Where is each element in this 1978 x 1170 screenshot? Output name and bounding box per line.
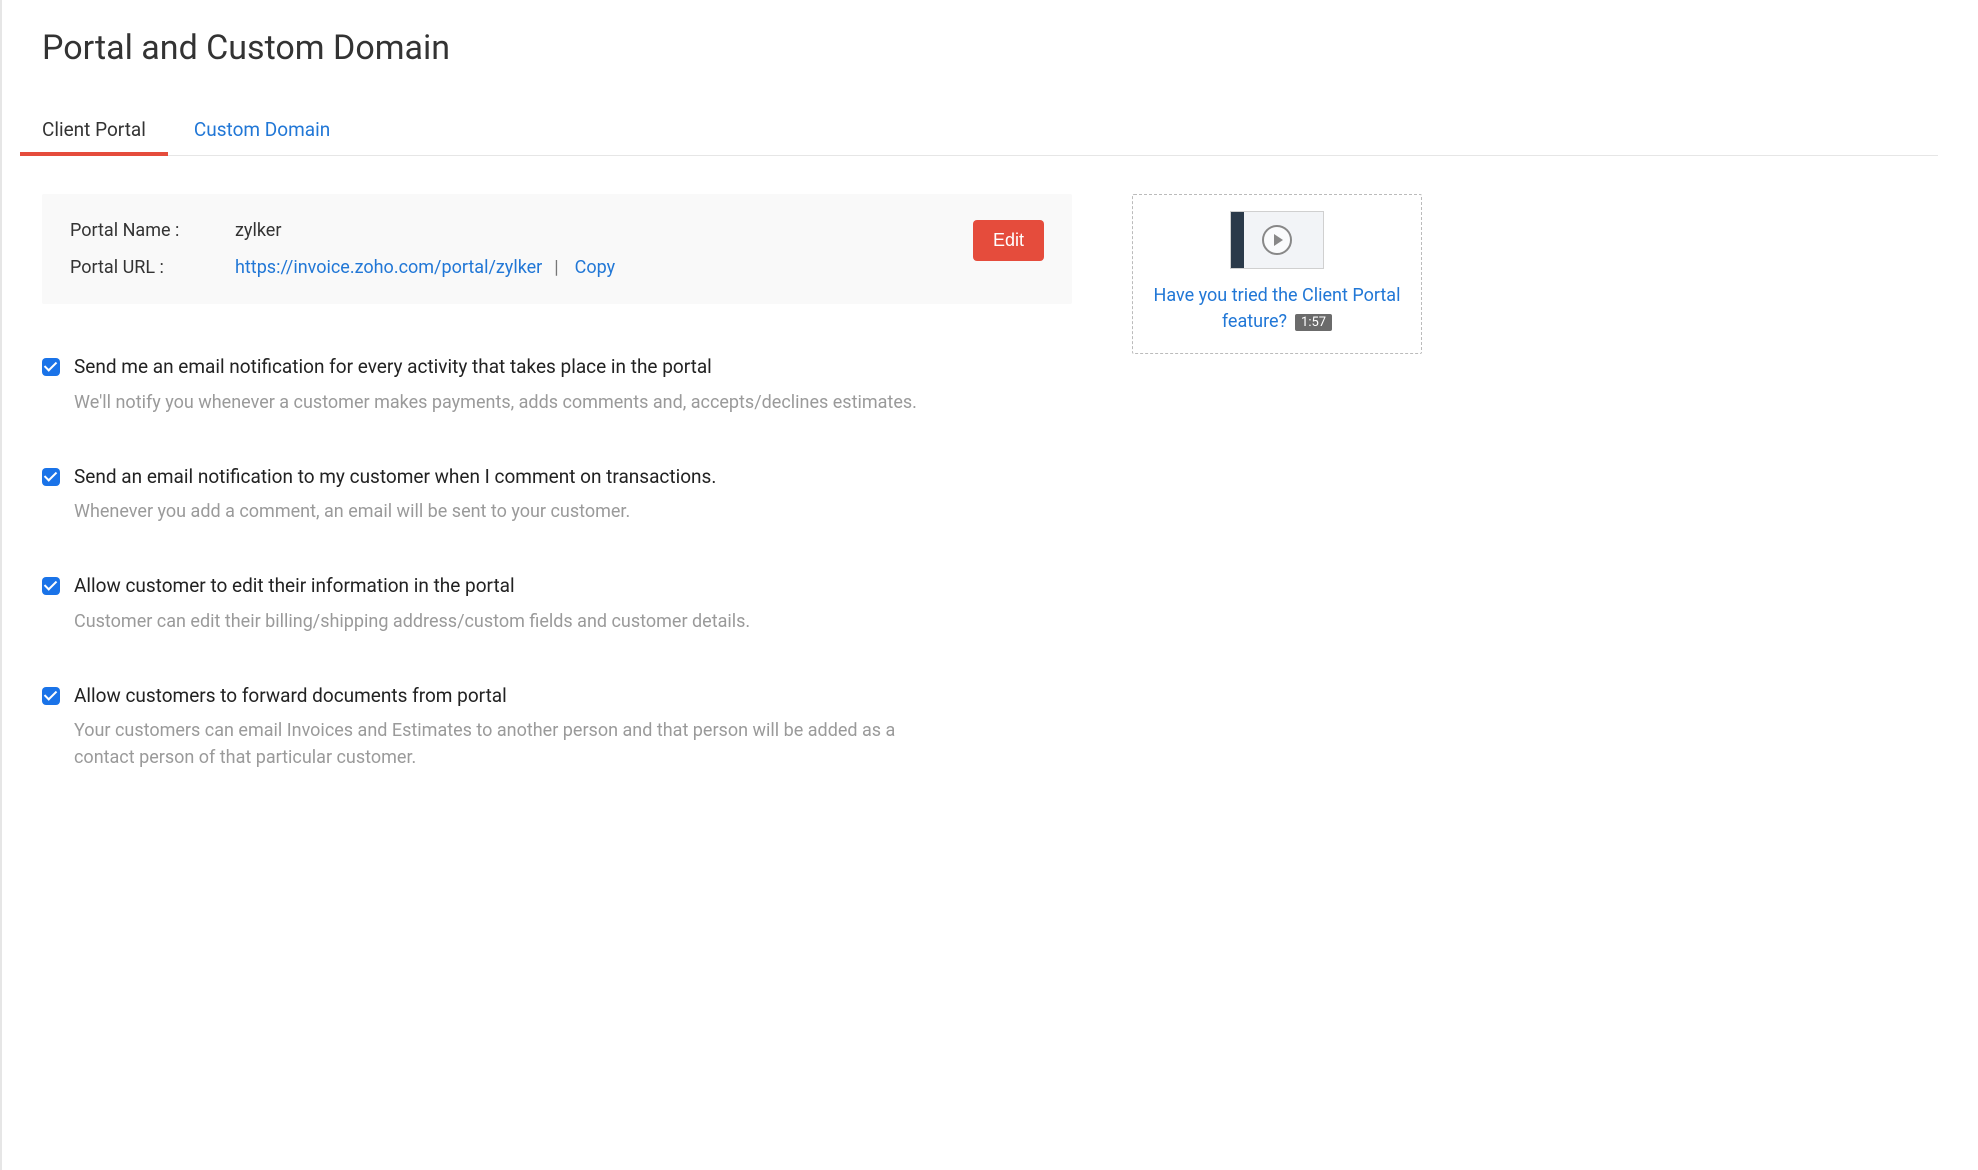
- portal-url-label: Portal URL :: [70, 257, 235, 278]
- setting-desc: Whenever you add a comment, an email wil…: [74, 498, 944, 525]
- setting-text: Allow customer to edit their information…: [74, 573, 1072, 635]
- video-card: Have you tried the Client Portal feature…: [1132, 194, 1422, 354]
- checkbox-allow-forward[interactable]: [42, 687, 60, 705]
- page-root: Portal and Custom Domain Client Portal C…: [0, 0, 1978, 1170]
- setting-title: Send me an email notification for every …: [74, 354, 1072, 381]
- setting-desc: We'll notify you whenever a customer mak…: [74, 389, 944, 416]
- setting-row: Allow customer to edit their information…: [42, 573, 1072, 635]
- setting-title: Allow customers to forward documents fro…: [74, 683, 1072, 710]
- portal-name-row: Portal Name : zylker: [70, 220, 973, 241]
- checkbox-allow-edit[interactable]: [42, 577, 60, 595]
- portal-name-label: Portal Name :: [70, 220, 235, 241]
- edit-button[interactable]: Edit: [973, 220, 1044, 261]
- checkbox-notify-customer[interactable]: [42, 468, 60, 486]
- setting-row: Send an email notification to my custome…: [42, 464, 1072, 526]
- setting-text: Send me an email notification for every …: [74, 354, 1072, 416]
- video-duration-badge: 1:57: [1295, 314, 1332, 331]
- checkbox-notify-me[interactable]: [42, 358, 60, 376]
- setting-title: Send an email notification to my custome…: [74, 464, 1072, 491]
- portal-url-wrap: https://invoice.zoho.com/portal/zylker |…: [235, 257, 615, 278]
- side-column: Have you tried the Client Portal feature…: [1132, 194, 1422, 354]
- setting-desc: Your customers can email Invoices and Es…: [74, 717, 944, 771]
- tab-custom-domain[interactable]: Custom Domain: [194, 108, 330, 155]
- tab-client-portal[interactable]: Client Portal: [42, 108, 146, 155]
- video-caption-wrap[interactable]: Have you tried the Client Portal feature…: [1145, 283, 1409, 335]
- video-caption: Have you tried the Client Portal feature…: [1154, 285, 1401, 332]
- setting-row: Allow customers to forward documents fro…: [42, 683, 1072, 772]
- portal-url-row: Portal URL : https://invoice.zoho.com/po…: [70, 257, 973, 278]
- portal-fields: Portal Name : zylker Portal URL : https:…: [70, 220, 973, 278]
- portal-url-link[interactable]: https://invoice.zoho.com/portal/zylker: [235, 257, 542, 278]
- portal-name-value: zylker: [235, 220, 281, 241]
- setting-title: Allow customer to edit their information…: [74, 573, 1072, 600]
- setting-text: Allow customers to forward documents fro…: [74, 683, 1072, 772]
- tabs: Client Portal Custom Domain: [42, 108, 1938, 156]
- page-title: Portal and Custom Domain: [42, 28, 1938, 68]
- play-icon: [1262, 225, 1292, 255]
- video-thumbnail[interactable]: [1230, 211, 1324, 269]
- copy-url-link[interactable]: Copy: [575, 257, 616, 278]
- setting-desc: Customer can edit their billing/shipping…: [74, 608, 944, 635]
- setting-row: Send me an email notification for every …: [42, 354, 1072, 416]
- content-row: Portal Name : zylker Portal URL : https:…: [42, 194, 1938, 819]
- setting-text: Send an email notification to my custome…: [74, 464, 1072, 526]
- portal-url-separator: |: [554, 257, 558, 278]
- main-column: Portal Name : zylker Portal URL : https:…: [42, 194, 1072, 819]
- portal-info-box: Portal Name : zylker Portal URL : https:…: [42, 194, 1072, 304]
